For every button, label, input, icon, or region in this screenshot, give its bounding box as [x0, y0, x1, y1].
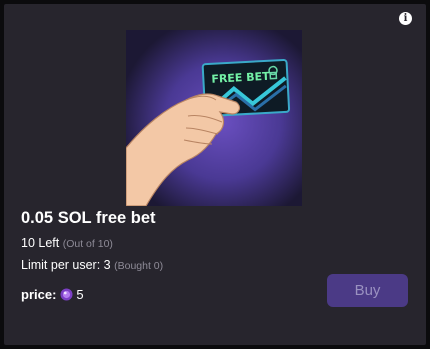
- limit-per-user: Limit per user: 3: [21, 258, 111, 272]
- bought-count: (Bought 0): [114, 260, 164, 272]
- free-bet-illustration: FREE BET: [126, 30, 302, 206]
- product-title: 0.05 SOL free bet: [21, 209, 156, 227]
- stock-info: 10 Left (Out of 10): [21, 236, 113, 250]
- product-card: i FREE BET 0.05 SOL free bet 10 Left (Ou…: [4, 4, 426, 345]
- info-icon[interactable]: i: [399, 12, 412, 25]
- stock-remaining: 10 Left: [21, 236, 60, 250]
- buy-button[interactable]: Buy: [327, 274, 408, 307]
- product-image: FREE BET: [126, 30, 302, 206]
- price-label: price:: [21, 287, 57, 302]
- price-info: price: 5: [21, 287, 84, 302]
- price-amount: 5: [76, 287, 84, 302]
- limit-info: Limit per user: 3 (Bought 0): [21, 258, 163, 272]
- gem-icon: [60, 288, 73, 301]
- stock-total: (Out of 10): [62, 238, 113, 250]
